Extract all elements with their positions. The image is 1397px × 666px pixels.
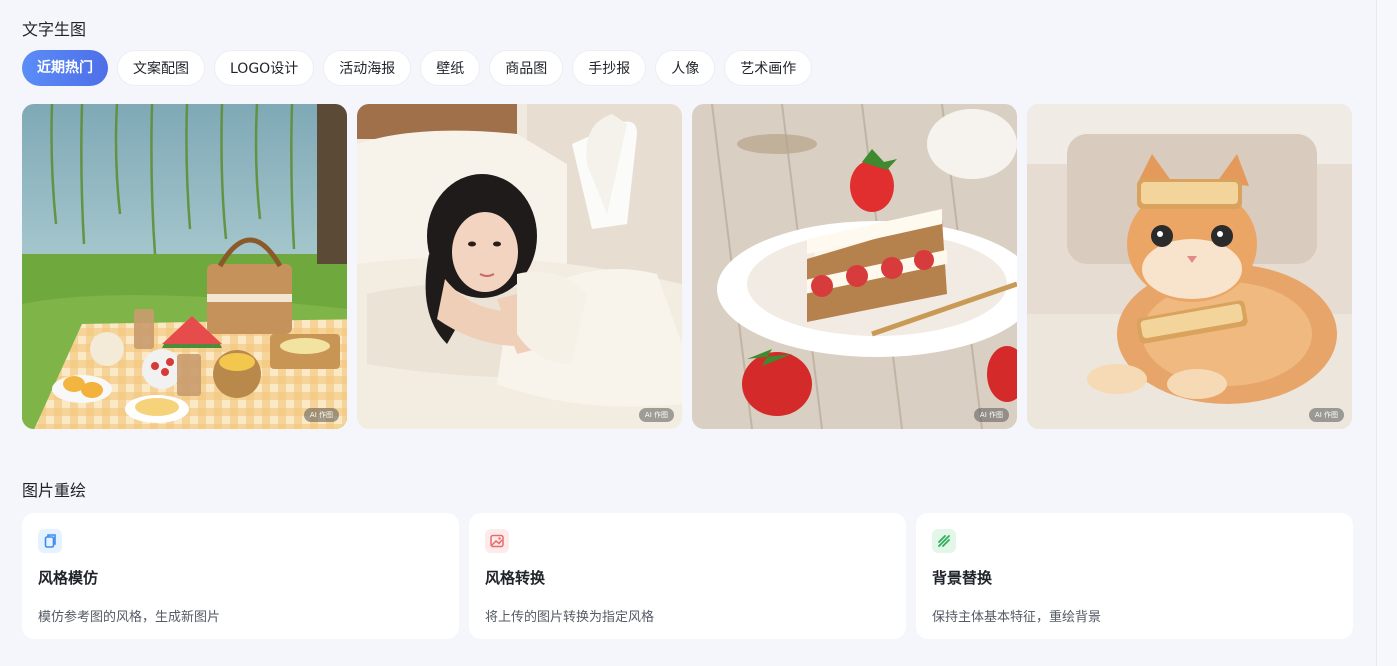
tab-wallpaper[interactable]: 壁纸 bbox=[420, 50, 481, 86]
tab-portrait[interactable]: 人像 bbox=[655, 50, 716, 86]
feature-description: 保持主体基本特征，重绘背景 bbox=[932, 610, 1102, 625]
background-replace-icon bbox=[932, 529, 956, 553]
tab-event-poster[interactable]: 活动海报 bbox=[323, 50, 412, 86]
cake-image bbox=[692, 104, 1017, 429]
picnic-image bbox=[22, 104, 347, 429]
ai-generated-badge: AI 作图 bbox=[638, 408, 674, 422]
cat-image bbox=[1027, 104, 1352, 429]
tab-logo-design[interactable]: LOGO设计 bbox=[214, 50, 315, 86]
gallery-card-picnic[interactable]: AI 作图 bbox=[22, 104, 347, 429]
ai-generated-badge: AI 作图 bbox=[1308, 408, 1344, 422]
feature-title: 风格转换 bbox=[485, 569, 546, 587]
style-imitate-icon bbox=[38, 529, 62, 553]
feature-title: 背景替换 bbox=[932, 569, 993, 587]
girl-image bbox=[357, 104, 682, 429]
feature-description: 模仿参考图的风格，生成新图片 bbox=[38, 610, 221, 625]
feature-title: 风格模仿 bbox=[38, 569, 99, 587]
tab-product-image[interactable]: 商品图 bbox=[489, 50, 564, 86]
image-gallery: AI 作图 AI 作图 AI 作图 AI 作图 bbox=[22, 104, 1352, 429]
section-title-text-to-image: 文字生图 bbox=[22, 20, 87, 39]
ai-generated-badge: AI 作图 bbox=[973, 408, 1009, 422]
feature-card-style-convert[interactable]: 风格转换 将上传的图片转换为指定风格 bbox=[469, 513, 906, 639]
style-convert-icon bbox=[485, 529, 509, 553]
gallery-card-girl[interactable]: AI 作图 bbox=[357, 104, 682, 429]
gallery-card-cat[interactable]: AI 作图 bbox=[1027, 104, 1352, 429]
tab-recent-hot[interactable]: 近期热门 bbox=[22, 50, 108, 86]
tab-handwritten-poster[interactable]: 手抄报 bbox=[572, 50, 647, 86]
feature-description: 将上传的图片转换为指定风格 bbox=[485, 610, 655, 625]
scrollbar-track[interactable] bbox=[1376, 0, 1397, 666]
redraw-features: 风格模仿 模仿参考图的风格，生成新图片 风格转换 将上传的图片转换为指定风格 背… bbox=[22, 513, 1353, 639]
category-tabs: 近期热门 文案配图 LOGO设计 活动海报 壁纸 商品图 手抄报 人像 艺术画作 bbox=[22, 50, 813, 86]
ai-generated-badge: AI 作图 bbox=[303, 408, 339, 422]
feature-card-style-imitate[interactable]: 风格模仿 模仿参考图的风格，生成新图片 bbox=[22, 513, 459, 639]
tab-art-painting[interactable]: 艺术画作 bbox=[724, 50, 813, 86]
gallery-card-cake[interactable]: AI 作图 bbox=[692, 104, 1017, 429]
feature-card-background-replace[interactable]: 背景替换 保持主体基本特征，重绘背景 bbox=[916, 513, 1353, 639]
tab-copy-illustration[interactable]: 文案配图 bbox=[117, 50, 205, 86]
section-title-image-redraw: 图片重绘 bbox=[22, 481, 87, 500]
